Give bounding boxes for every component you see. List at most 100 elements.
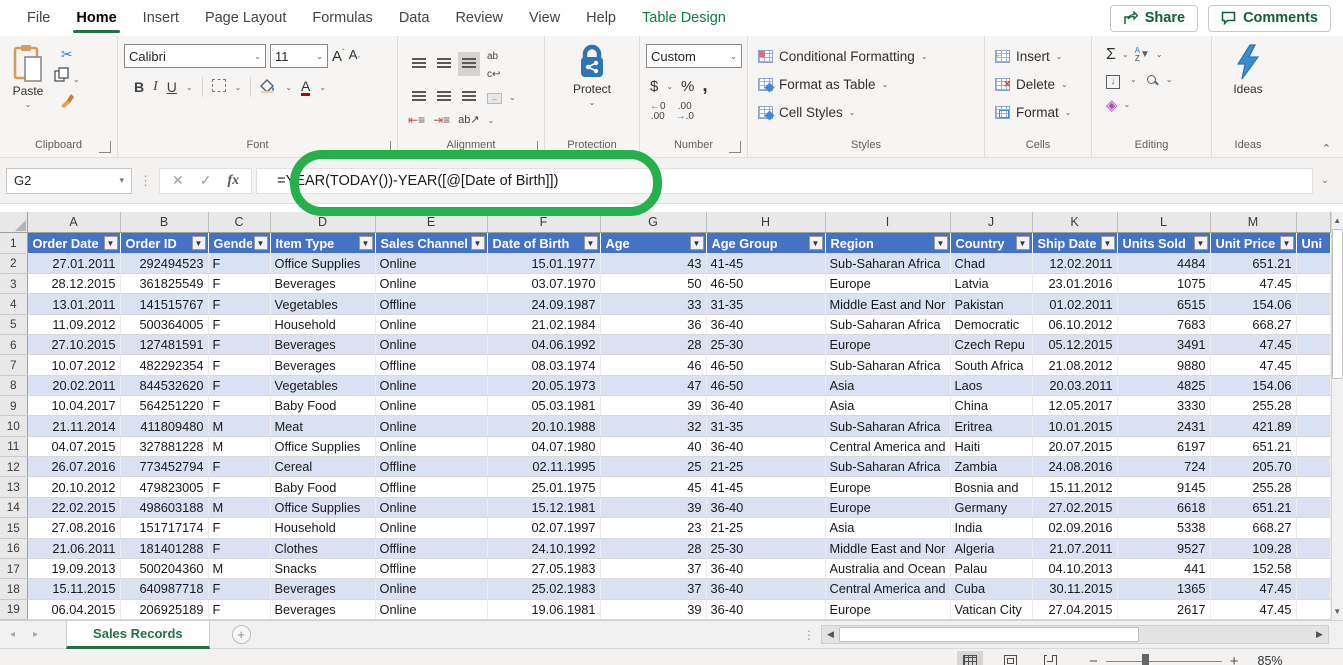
cell[interactable]: 154.06 [1210, 294, 1296, 314]
cell[interactable]: Europe [825, 335, 950, 355]
filter-dropdown-button[interactable]: ▼ [690, 236, 704, 250]
zoom-in-button[interactable]: + [1230, 653, 1239, 665]
cell[interactable]: Online [375, 436, 487, 456]
cell[interactable]: F [208, 599, 270, 619]
cell[interactable]: Online [375, 518, 487, 538]
cut-button[interactable]: ✂ [54, 46, 80, 62]
cell[interactable] [1296, 294, 1330, 314]
row-number-15[interactable]: 15 [0, 518, 27, 538]
cell[interactable]: F [208, 579, 270, 599]
cell[interactable]: Eritrea [950, 416, 1032, 436]
table-header-date-of-birth[interactable]: Date of Birth▼ [487, 232, 600, 253]
cell[interactable] [1296, 436, 1330, 456]
cell[interactable]: 151717174 [120, 518, 208, 538]
cell[interactable] [1296, 518, 1330, 538]
column-letter-partial[interactable] [1296, 212, 1330, 232]
cell[interactable]: F [208, 375, 270, 395]
table-header-gender[interactable]: Gender▼ [208, 232, 270, 253]
cell-styles-button[interactable]: Cell Styles⌄ [758, 98, 855, 126]
cell[interactable]: M [208, 558, 270, 578]
column-letter-G[interactable]: G [600, 212, 706, 232]
fill-button[interactable]: ↓ [1106, 71, 1120, 89]
cell[interactable]: 39 [600, 396, 706, 416]
row-number-5[interactable]: 5 [0, 314, 27, 334]
cell[interactable]: 28 [600, 335, 706, 355]
cell[interactable]: 2617 [1117, 599, 1210, 619]
cell[interactable]: Online [375, 599, 487, 619]
autosum-button[interactable]: Σ [1106, 46, 1116, 64]
horizontal-scrollbar[interactable]: ◀ ▶ [821, 625, 1329, 644]
cell[interactable]: 109.28 [1210, 538, 1296, 558]
cell[interactable]: 43 [600, 253, 706, 273]
cell[interactable]: Online [375, 416, 487, 436]
row-number-10[interactable]: 10 [0, 416, 27, 436]
cell[interactable]: 41-45 [706, 477, 825, 497]
filter-dropdown-button[interactable]: ▼ [1280, 236, 1294, 250]
align-right-button[interactable] [458, 85, 480, 109]
orientation-button[interactable]: ab↗ [458, 115, 479, 125]
cell[interactable]: 15.11.2015 [27, 579, 120, 599]
cell[interactable]: 20.10.1988 [487, 416, 600, 436]
row-number-19[interactable]: 19 [0, 599, 27, 619]
format-cells-button[interactable]: Format⌄ [995, 98, 1071, 126]
table-header-item-type[interactable]: Item Type▼ [270, 232, 375, 253]
cell[interactable]: 28.12.2015 [27, 274, 120, 294]
cell[interactable]: 479823005 [120, 477, 208, 497]
cell[interactable]: 04.10.2013 [1032, 558, 1117, 578]
cell[interactable]: M [208, 416, 270, 436]
cell[interactable]: 668.27 [1210, 314, 1296, 334]
cell[interactable]: Latvia [950, 274, 1032, 294]
tab-review[interactable]: Review [442, 0, 516, 36]
cell[interactable] [1296, 314, 1330, 334]
increase-decimal-button[interactable]: ←0.00 [650, 102, 666, 122]
filter-dropdown-button[interactable]: ▼ [584, 236, 598, 250]
filter-dropdown-button[interactable]: ▼ [1101, 236, 1115, 250]
column-letter-E[interactable]: E [375, 212, 487, 232]
number-dialog-launcher[interactable] [729, 141, 741, 153]
cell[interactable]: 36-40 [706, 599, 825, 619]
tab-page-layout[interactable]: Page Layout [192, 0, 299, 36]
column-letter-B[interactable]: B [120, 212, 208, 232]
cell[interactable]: Sub-Saharan Africa [825, 314, 950, 334]
currency-format-button[interactable]: $ [650, 78, 658, 95]
cell[interactable]: Middle East and Nor [825, 294, 950, 314]
cell[interactable]: Vegetables [270, 294, 375, 314]
cell[interactable]: 10.01.2015 [1032, 416, 1117, 436]
cell[interactable]: Office Supplies [270, 497, 375, 517]
cell[interactable]: 9527 [1117, 538, 1210, 558]
table-header-region[interactable]: Region▼ [825, 232, 950, 253]
cell[interactable]: 154.06 [1210, 375, 1296, 395]
cell[interactable]: 152.58 [1210, 558, 1296, 578]
cell[interactable]: Democratic [950, 314, 1032, 334]
column-letter-M[interactable]: M [1210, 212, 1296, 232]
select-all-button[interactable] [0, 212, 27, 232]
cell[interactable]: 47.45 [1210, 599, 1296, 619]
increase-font-size-button[interactable]: Aˆ [332, 48, 345, 65]
tab-home[interactable]: Home [63, 0, 129, 36]
cell[interactable]: 36-40 [706, 579, 825, 599]
cell[interactable]: 36-40 [706, 497, 825, 517]
column-letter-H[interactable]: H [706, 212, 825, 232]
cell[interactable]: Online [375, 579, 487, 599]
cell[interactable]: 24.08.2016 [1032, 457, 1117, 477]
cell[interactable]: 15.01.1977 [487, 253, 600, 273]
cell[interactable]: 27.02.2015 [1032, 497, 1117, 517]
cell[interactable]: 651.21 [1210, 497, 1296, 517]
cell[interactable]: 482292354 [120, 355, 208, 375]
row-number-17[interactable]: 17 [0, 558, 27, 578]
name-box[interactable]: G2 ▾ [6, 168, 132, 194]
cell[interactable]: Czech Repu [950, 335, 1032, 355]
cell[interactable]: Online [375, 335, 487, 355]
cell[interactable]: 10.07.2012 [27, 355, 120, 375]
table-header-unit-price[interactable]: Unit Price▼ [1210, 232, 1296, 253]
decrease-indent-button[interactable]: ⇤≡ [408, 113, 425, 127]
cell[interactable]: 02.07.1997 [487, 518, 600, 538]
cell[interactable]: Central America and [825, 436, 950, 456]
formula-input[interactable]: =YEAR(TODAY())-YEAR([@[Date of Birth]]) [256, 168, 1312, 194]
filter-dropdown-button[interactable]: ▼ [471, 236, 485, 250]
cell[interactable] [1296, 538, 1330, 558]
cell[interactable]: 25.02.1983 [487, 579, 600, 599]
cell[interactable]: Zambia [950, 457, 1032, 477]
cancel-button[interactable]: ✕ [172, 172, 184, 189]
expand-formula-bar-button[interactable]: ⌄ [1313, 175, 1337, 186]
